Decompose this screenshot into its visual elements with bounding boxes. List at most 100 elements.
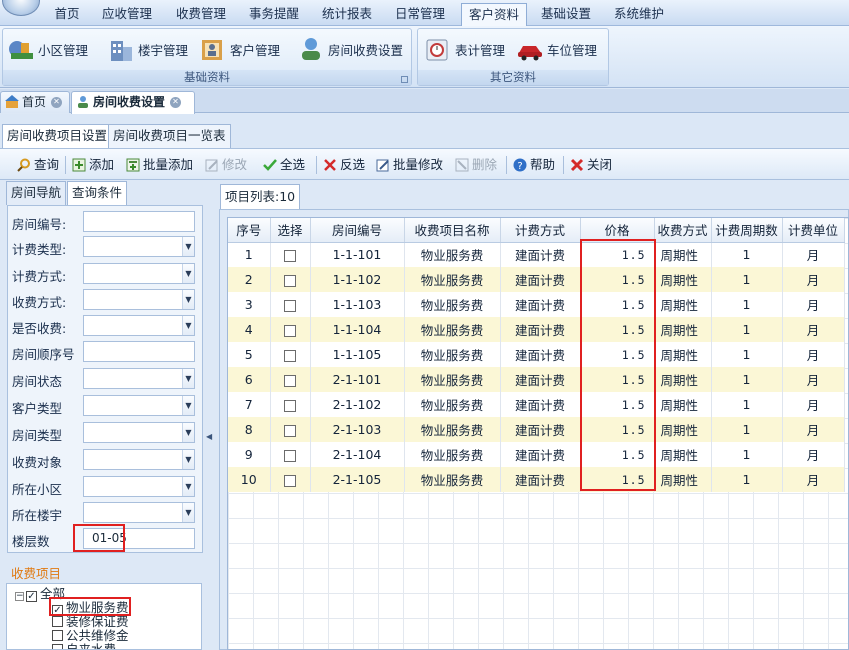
column-header[interactable]: 序号 xyxy=(228,218,271,243)
menu-daily[interactable]: 日常管理 xyxy=(389,3,451,24)
checkbox[interactable] xyxy=(52,616,63,627)
ribbon-room-fee-button[interactable]: 房间收费设置 xyxy=(297,33,403,65)
table-row[interactable]: 9 2-1-104 物业服务费 建面计费 1.5 周期性 1 月 xyxy=(228,442,845,467)
tab-room-navigation[interactable]: 房间导航 xyxy=(6,181,67,205)
row-checkbox[interactable] xyxy=(284,374,296,387)
menu-system[interactable]: 系统维护 xyxy=(606,3,672,24)
app-orb-button[interactable] xyxy=(2,0,40,16)
building-select[interactable]: ▼ xyxy=(83,502,195,523)
invert-selection-button[interactable]: 反选 xyxy=(323,156,365,174)
ribbon-meter-button[interactable]: 表计管理 xyxy=(424,33,505,65)
dialog-launcher-icon[interactable] xyxy=(401,76,408,83)
chevron-down-icon[interactable]: ▼ xyxy=(182,369,194,388)
chevron-down-icon[interactable]: ▼ xyxy=(182,396,194,415)
help-icon: ? xyxy=(513,158,527,172)
close-icon[interactable]: ✕ xyxy=(170,97,182,108)
row-checkbox[interactable] xyxy=(284,249,296,262)
modify-button[interactable]: 修改 xyxy=(205,156,247,174)
row-checkbox[interactable] xyxy=(284,449,296,462)
batch-modify-button[interactable]: 批量修改 xyxy=(376,156,443,174)
charge-method-select[interactable]: ▼ xyxy=(83,289,195,310)
tab-query-conditions[interactable]: 查询条件 xyxy=(67,181,128,205)
row-checkbox[interactable] xyxy=(284,474,296,487)
community-select[interactable]: ▼ xyxy=(83,476,195,497)
doc-tab-home[interactable]: 首页 ✕ xyxy=(0,91,70,113)
toolbar: 查询 添加 批量添加 修改 全选 反选 批量修改 删除 ? 帮助 关闭 xyxy=(0,148,849,180)
chevron-down-icon[interactable]: ▼ xyxy=(182,264,194,283)
chevron-down-icon[interactable]: ▼ xyxy=(182,477,194,496)
column-header[interactable]: 计费周期数 xyxy=(711,218,783,243)
checkbox[interactable] xyxy=(52,630,63,641)
menu-home[interactable]: 首页 xyxy=(46,3,88,24)
tree-node-fee-item[interactable]: 公共维修金 xyxy=(52,629,129,642)
checkbox[interactable]: ✓ xyxy=(26,591,37,602)
table-row[interactable]: 7 2-1-102 物业服务费 建面计费 1.5 周期性 1 月 xyxy=(228,392,845,417)
row-checkbox[interactable] xyxy=(284,424,296,437)
batch-add-button[interactable]: 批量添加 xyxy=(126,156,193,174)
panel-splitter[interactable] xyxy=(205,181,215,650)
chevron-down-icon[interactable]: ▼ xyxy=(182,290,194,309)
column-header[interactable]: 计费单位 xyxy=(782,218,845,243)
collapse-arrow-icon[interactable]: ◀ xyxy=(206,432,214,441)
row-checkbox[interactable] xyxy=(284,299,296,312)
menu-customer-data[interactable]: 客户资料 xyxy=(461,3,527,26)
menu-basic-settings[interactable]: 基础设置 xyxy=(533,3,599,24)
tab-room-fee-item-list[interactable]: 房间收费项目一览表 xyxy=(108,124,231,148)
billing-type-select[interactable]: ▼ xyxy=(83,236,195,257)
ribbon-building-button[interactable]: 楼宇管理 xyxy=(107,33,188,65)
table-row[interactable]: 6 2-1-101 物业服务费 建面计费 1.5 周期性 1 月 xyxy=(228,367,845,392)
menu-receivables[interactable]: 应收管理 xyxy=(96,3,158,24)
chevron-down-icon[interactable]: ▼ xyxy=(182,450,194,469)
column-header[interactable]: 房间编号 xyxy=(310,218,405,243)
menu-charges[interactable]: 收费管理 xyxy=(170,3,232,24)
ribbon-community-button[interactable]: 小区管理 xyxy=(7,33,88,65)
checkbox[interactable] xyxy=(52,644,63,649)
tree-node-fee-item[interactable]: 装修保证费 xyxy=(52,615,129,628)
customer-type-select[interactable]: ▼ xyxy=(83,395,195,416)
row-checkbox[interactable] xyxy=(284,349,296,362)
table-row[interactable]: 5 1-1-105 物业服务费 建面计费 1.5 周期性 1 月 xyxy=(228,342,845,367)
chevron-down-icon[interactable]: ▼ xyxy=(182,503,194,522)
row-checkbox[interactable] xyxy=(284,274,296,287)
chevron-down-icon[interactable]: ▼ xyxy=(182,316,194,335)
room-number-input[interactable] xyxy=(83,211,195,232)
ribbon-parking-button[interactable]: 车位管理 xyxy=(516,33,597,65)
row-checkbox[interactable] xyxy=(284,399,296,412)
table-row[interactable]: 10 2-1-105 物业服务费 建面计费 1.5 周期性 1 月 xyxy=(228,467,845,492)
tree-node-fee-item[interactable]: 自来水费 xyxy=(52,643,116,649)
chevron-down-icon[interactable]: ▼ xyxy=(182,237,194,256)
select-all-button[interactable]: 全选 xyxy=(263,156,305,174)
room-sequence-input[interactable] xyxy=(83,341,195,362)
is-charged-select[interactable]: ▼ xyxy=(83,315,195,336)
add-button[interactable]: 添加 xyxy=(72,156,114,174)
column-header[interactable]: 收费项目名称 xyxy=(404,218,501,243)
column-header[interactable]: 选择 xyxy=(270,218,311,243)
row-checkbox[interactable] xyxy=(284,324,296,337)
collapse-icon[interactable]: − xyxy=(15,592,24,601)
ribbon-customer-button[interactable]: 客户管理 xyxy=(199,33,280,65)
help-button[interactable]: ? 帮助 xyxy=(513,156,555,174)
doc-tab-room-fee[interactable]: 房间收费设置 ✕ xyxy=(71,91,195,114)
query-button[interactable]: 查询 xyxy=(17,156,59,174)
delete-button[interactable]: 删除 xyxy=(455,156,497,174)
table-row[interactable]: 3 1-1-103 物业服务费 建面计费 1.5 周期性 1 月 xyxy=(228,292,845,317)
column-header[interactable]: 收费方式 xyxy=(654,218,712,243)
close-icon[interactable]: ✕ xyxy=(51,97,63,108)
charge-target-select[interactable]: ▼ xyxy=(83,449,195,470)
menu-reports[interactable]: 统计报表 xyxy=(316,3,378,24)
table-row[interactable]: 1 1-1-101 物业服务费 建面计费 1.5 周期性 1 月 xyxy=(228,242,845,267)
tab-room-fee-item-settings[interactable]: 房间收费项目设置 xyxy=(2,124,113,149)
chevron-down-icon[interactable]: ▼ xyxy=(182,423,194,442)
tab-item-list[interactable]: 项目列表:10 xyxy=(220,184,301,210)
column-header[interactable]: 计费方式 xyxy=(500,218,581,243)
room-status-select[interactable]: ▼ xyxy=(83,368,195,389)
close-button[interactable]: 关闭 xyxy=(570,156,612,174)
cell-period-count: 1 xyxy=(711,367,783,392)
menu-reminders[interactable]: 事务提醒 xyxy=(243,3,305,24)
room-type-select[interactable]: ▼ xyxy=(83,422,195,443)
table-row[interactable]: 8 2-1-103 物业服务费 建面计费 1.5 周期性 1 月 xyxy=(228,417,845,442)
table-row[interactable]: 4 1-1-104 物业服务费 建面计费 1.5 周期性 1 月 xyxy=(228,317,845,342)
table-row[interactable]: 2 1-1-102 物业服务费 建面计费 1.5 周期性 1 月 xyxy=(228,267,845,292)
billing-method-select[interactable]: ▼ xyxy=(83,263,195,284)
filter-label: 客户类型 xyxy=(12,401,63,416)
